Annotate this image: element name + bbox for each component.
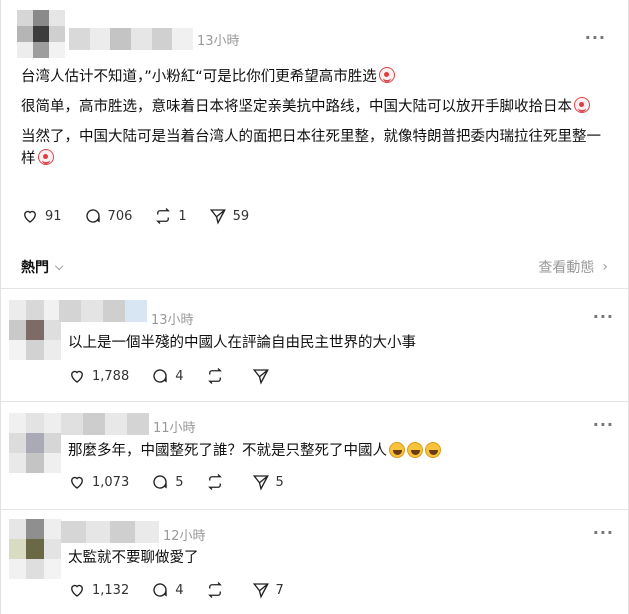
comment-text: 以上是一個半殘的中國人在評論自由民主世界的大小事 — [68, 335, 416, 351]
comment-icon — [153, 583, 167, 597]
like-count: 91 — [45, 208, 62, 224]
comment-text: 太監就不要聊做愛了 — [68, 550, 199, 566]
share-count: 5 — [275, 474, 284, 490]
more-dots-icon[interactable]: ··· — [593, 523, 614, 542]
chevron-right-icon: › — [602, 259, 608, 275]
reply-count: 5 — [175, 474, 184, 490]
share-button[interactable]: 59 — [209, 207, 250, 225]
reply-count: 706 — [107, 208, 133, 224]
sort-label: 熱門 — [21, 260, 49, 276]
comment-icon — [153, 369, 167, 383]
laughing-emoji-icon — [389, 442, 405, 458]
share-count: 59 — [232, 208, 250, 224]
repost-button[interactable] — [206, 367, 230, 385]
post-header: 13小時 ··· — [9, 10, 620, 62]
author-name[interactable] — [61, 521, 159, 543]
comment: 13小時 ··· 以上是一個半殘的中國人在評論自由民主世界的大小事 1,788 … — [1, 288, 628, 402]
send-icon — [252, 475, 269, 491]
more-dots-icon[interactable]: ··· — [585, 28, 606, 47]
comment-time: 13小時 — [151, 313, 194, 328]
reply-button[interactable]: 5 — [151, 473, 184, 491]
clown-emoji-icon — [37, 149, 54, 165]
comment-time: 11小時 — [153, 421, 196, 436]
share-button[interactable]: 5 — [252, 473, 284, 491]
like-button[interactable]: 1,788 — [68, 367, 129, 385]
more-dots-icon[interactable]: ··· — [593, 415, 614, 434]
reply-button[interactable]: 706 — [84, 207, 133, 225]
comment: 12小時 ··· 太監就不要聊做愛了 1,132 4 7 — [1, 509, 628, 614]
comment-actions: 1,788 4 — [68, 367, 298, 385]
reply-count: 4 — [175, 582, 184, 598]
heart-icon — [71, 370, 83, 383]
author-name[interactable] — [59, 300, 147, 322]
like-button[interactable]: 1,073 — [68, 473, 129, 491]
repost-button[interactable] — [206, 581, 230, 599]
send-icon — [252, 369, 269, 385]
chevron-down-icon: ⌵ — [55, 260, 64, 273]
comment-icon — [85, 209, 100, 223]
send-icon — [252, 583, 269, 599]
repost-icon — [207, 582, 222, 598]
comment: 11小時 ··· 那麼多年，中國整死了誰？不就是只整死了中國人 1,073 5 … — [1, 401, 628, 509]
heart-icon — [71, 584, 83, 597]
post-paragraph: 当然了，中国大陆可是当着台湾人的面把日本往死里整，就像特朗普把委内瑞拉往死里整一… — [21, 129, 601, 167]
reply-button[interactable]: 4 — [151, 367, 184, 385]
repost-button[interactable] — [206, 473, 230, 491]
comment-icon — [153, 475, 167, 489]
like-count: 1,073 — [92, 474, 130, 490]
post-body: 台湾人估计不知道，”小粉紅“可是比你们更希望高市胜选 很简单，高市胜选，意味着日… — [21, 66, 613, 178]
avatar[interactable] — [9, 413, 61, 473]
comment-text: 那麼多年，中國整死了誰？不就是只整死了中國人 — [68, 439, 441, 460]
clown-emoji-icon — [574, 97, 590, 113]
reply-button[interactable]: 4 — [151, 581, 184, 599]
sort-row: 熱門 ⌵ 查看動態 › — [21, 258, 608, 276]
post-actions: 91 706 1 59 — [21, 207, 271, 225]
author-name[interactable] — [61, 413, 149, 435]
repost-icon — [156, 208, 171, 224]
laughing-emoji-icon — [425, 442, 441, 458]
post-paragraph: 台湾人估计不知道，”小粉紅“可是比你们更希望高市胜选 — [21, 66, 613, 88]
like-count: 1,788 — [92, 368, 130, 384]
like-count: 1,132 — [92, 582, 130, 598]
share-button[interactable] — [252, 367, 276, 385]
repost-count: 1 — [178, 208, 187, 224]
thread-page: 13小時 ··· 台湾人估计不知道，”小粉紅“可是比你们更希望高市胜选 很简单，… — [0, 0, 629, 614]
avatar[interactable] — [9, 519, 61, 579]
repost-button[interactable]: 1 — [154, 207, 187, 225]
comment-actions: 1,132 4 7 — [68, 581, 306, 599]
post-paragraph: 很简单，高市胜选，意味着日本将坚定亲美抗中路线，中国大陆可以放开手脚收拾日本 — [21, 96, 613, 118]
avatar[interactable] — [9, 300, 61, 360]
repost-icon — [207, 368, 222, 384]
reply-count: 4 — [175, 368, 184, 384]
heart-icon — [71, 476, 83, 489]
view-activity-link[interactable]: 查看動態 › — [538, 257, 608, 277]
heart-icon — [24, 210, 36, 223]
repost-icon — [207, 474, 222, 490]
like-button[interactable]: 91 — [21, 207, 62, 225]
post-time: 13小時 — [197, 34, 240, 49]
comment-actions: 1,073 5 5 — [68, 473, 306, 491]
view-activity-label: 查看動態 — [538, 260, 595, 276]
share-button[interactable]: 7 — [252, 581, 284, 599]
like-button[interactable]: 1,132 — [68, 581, 129, 599]
sort-dropdown[interactable]: 熱門 ⌵ — [21, 257, 63, 277]
avatar[interactable] — [17, 10, 65, 58]
send-icon — [209, 209, 226, 225]
laughing-emoji-icon — [407, 442, 423, 458]
author-name[interactable] — [69, 28, 194, 50]
share-count: 7 — [275, 582, 284, 598]
more-dots-icon[interactable]: ··· — [593, 307, 614, 326]
comment-time: 12小時 — [163, 529, 206, 544]
clown-emoji-icon — [378, 67, 395, 83]
